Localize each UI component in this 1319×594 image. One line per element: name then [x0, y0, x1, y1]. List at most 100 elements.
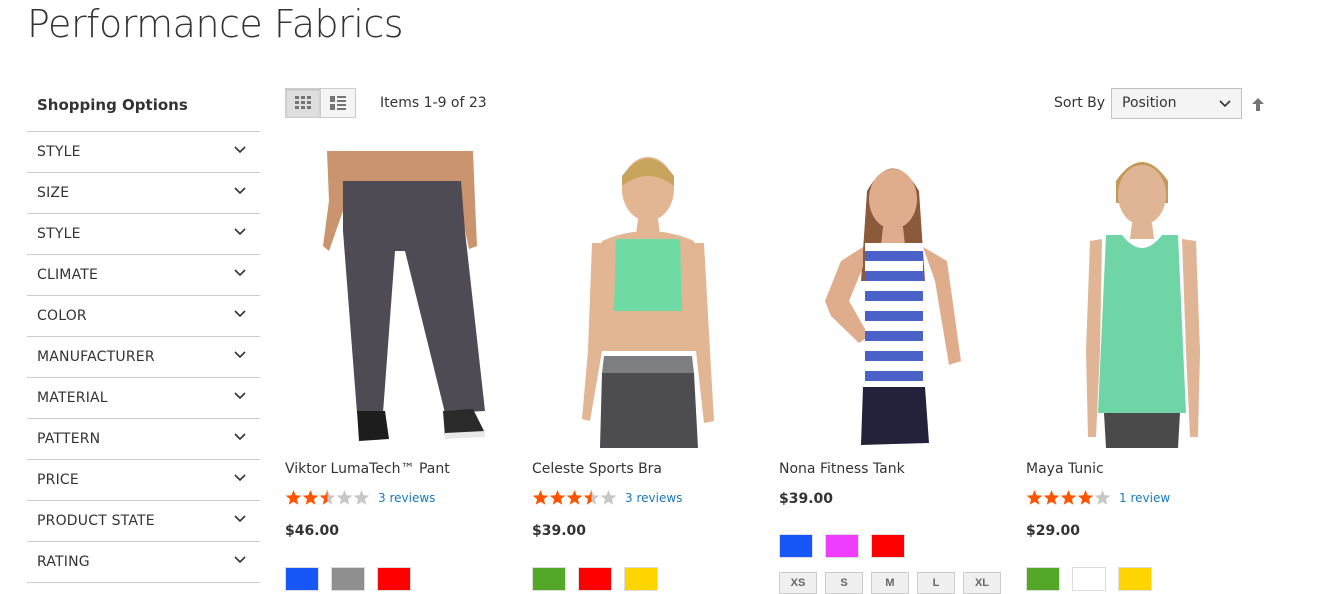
size-swatches: XS S M L XL — [779, 572, 1009, 594]
grid-icon — [295, 96, 311, 109]
items-count: Items 1-9 of 23 — [380, 95, 487, 111]
product-price: $39.00 — [532, 523, 587, 539]
product-image[interactable] — [285, 151, 517, 448]
view-mode-switcher — [285, 88, 356, 118]
product-name-link[interactable]: Viktor LumaTech™ Pant — [285, 461, 450, 477]
chevron-down-icon — [234, 269, 246, 277]
filter-style[interactable]: STYLE — [27, 132, 260, 173]
reviews-link[interactable]: 1 review — [1119, 491, 1170, 505]
grid-mode-button[interactable] — [285, 88, 321, 118]
color-swatch[interactable] — [871, 534, 905, 558]
product-item: Maya Tunic 1 review $29.00 — [1026, 151, 1258, 591]
filter-climate[interactable]: CLIMATE — [27, 255, 260, 296]
chevron-down-icon — [234, 556, 246, 564]
rating-stars — [285, 489, 370, 506]
product-name-link[interactable]: Nona Fitness Tank — [779, 461, 905, 477]
chevron-down-icon — [234, 228, 246, 236]
product-name-link[interactable]: Maya Tunic — [1026, 461, 1104, 477]
filter-label: STYLE — [37, 144, 81, 160]
star-icon — [600, 490, 617, 505]
star-icon — [549, 490, 566, 505]
chevron-down-icon — [234, 146, 246, 154]
color-swatch[interactable] — [1026, 567, 1060, 591]
product-image[interactable] — [532, 151, 764, 448]
list-icon — [330, 96, 346, 110]
page-title: Performance Fabrics — [27, 2, 404, 46]
color-swatches — [285, 567, 423, 591]
size-swatch[interactable]: M — [871, 572, 909, 594]
product-rating: 3 reviews — [285, 489, 435, 506]
rating-stars — [1026, 489, 1111, 506]
chevron-down-icon — [234, 392, 246, 400]
star-icon — [566, 490, 583, 505]
star-icon — [583, 490, 600, 505]
product-price: $46.00 — [285, 523, 340, 539]
color-swatches — [532, 567, 670, 591]
color-swatch[interactable] — [377, 567, 411, 591]
star-icon — [319, 490, 336, 505]
color-swatch[interactable] — [285, 567, 319, 591]
chevron-down-icon — [234, 351, 246, 359]
color-swatches — [779, 534, 917, 558]
sort-by-select[interactable]: Position — [1111, 88, 1242, 119]
filter-rating[interactable]: RATING — [27, 542, 260, 583]
star-icon — [1043, 490, 1060, 505]
color-swatch[interactable] — [1072, 567, 1106, 591]
color-swatch[interactable] — [578, 567, 612, 591]
star-icon — [336, 490, 353, 505]
star-icon — [353, 490, 370, 505]
filter-label: SIZE — [37, 185, 70, 201]
filter-label: PATTERN — [37, 431, 101, 447]
color-swatch[interactable] — [331, 567, 365, 591]
filter-label: RATING — [37, 554, 90, 570]
product-rating: 3 reviews — [532, 489, 682, 506]
star-icon — [1026, 490, 1043, 505]
shopping-options-title: Shopping Options — [27, 88, 260, 132]
chevron-down-icon — [234, 310, 246, 318]
star-icon — [285, 490, 302, 505]
sort-by-value: Position — [1122, 95, 1177, 111]
product-item: Viktor LumaTech™ Pant 3 reviews $46.00 — [285, 151, 517, 591]
product-price: $39.00 — [779, 491, 834, 507]
star-icon — [1060, 490, 1077, 505]
color-swatch[interactable] — [779, 534, 813, 558]
sort-direction-arrow-icon[interactable] — [1251, 97, 1265, 111]
product-item: Nona Fitness Tank $39.00 XS S M L XL — [779, 151, 1011, 594]
filter-material[interactable]: MATERIAL — [27, 378, 260, 419]
chevron-down-icon — [234, 515, 246, 523]
filter-price[interactable]: PRICE — [27, 460, 260, 501]
size-swatch[interactable]: S — [825, 572, 863, 594]
filter-product-state[interactable]: PRODUCT STATE — [27, 501, 260, 542]
sidebar-filters: Shopping Options STYLE SIZE STYLE CLIMATE CO… — [27, 88, 260, 583]
color-swatch[interactable] — [624, 567, 658, 591]
filter-style[interactable]: STYLE — [27, 214, 260, 255]
size-swatch[interactable]: L — [917, 572, 955, 594]
filter-color[interactable]: COLOR — [27, 296, 260, 337]
chevron-down-icon — [234, 187, 246, 195]
products-toolbar: Items 1-9 of 23 Sort By Position — [285, 88, 1275, 120]
filter-label: PRODUCT STATE — [37, 513, 155, 529]
product-name-link[interactable]: Celeste Sports Bra — [532, 461, 662, 477]
chevron-down-icon — [234, 474, 246, 482]
list-mode-button[interactable] — [320, 88, 356, 118]
reviews-link[interactable]: 3 reviews — [378, 491, 435, 505]
size-swatch[interactable]: XL — [963, 572, 1001, 594]
filter-label: PRICE — [37, 472, 79, 488]
color-swatch[interactable] — [532, 567, 566, 591]
filter-label: COLOR — [37, 308, 87, 324]
color-swatch[interactable] — [1118, 567, 1152, 591]
product-image[interactable] — [779, 151, 1011, 448]
size-swatch[interactable]: XS — [779, 572, 817, 594]
product-rating: 1 review — [1026, 489, 1170, 506]
reviews-link[interactable]: 3 reviews — [625, 491, 682, 505]
star-icon — [302, 490, 319, 505]
filter-size[interactable]: SIZE — [27, 173, 260, 214]
chevron-down-icon — [234, 433, 246, 441]
filter-manufacturer[interactable]: MANUFACTURER — [27, 337, 260, 378]
color-swatches — [1026, 567, 1164, 591]
product-price: $29.00 — [1026, 523, 1081, 539]
filter-pattern[interactable]: PATTERN — [27, 419, 260, 460]
rating-stars — [532, 489, 617, 506]
color-swatch[interactable] — [825, 534, 859, 558]
product-image[interactable] — [1026, 151, 1258, 448]
